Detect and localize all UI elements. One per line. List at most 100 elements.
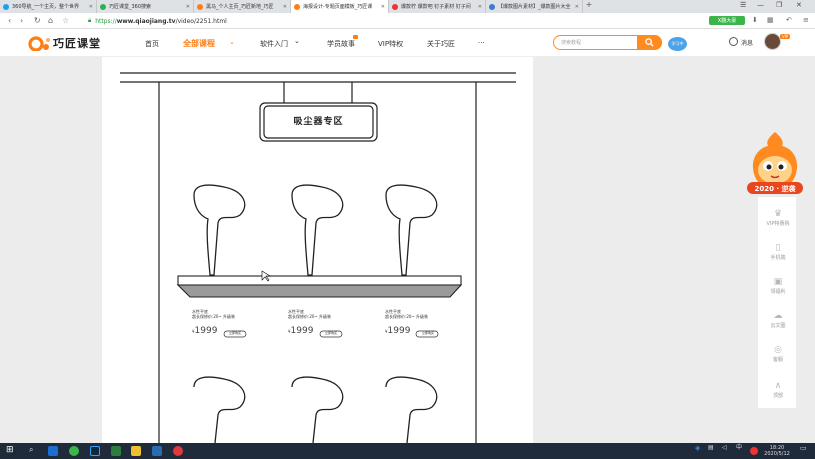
app-icon[interactable] bbox=[111, 446, 121, 456]
forward-icon[interactable]: › bbox=[20, 16, 23, 25]
search-icon bbox=[645, 38, 654, 47]
tab-favicon-icon bbox=[294, 3, 300, 10]
edge-icon[interactable] bbox=[48, 446, 58, 456]
nav-more[interactable]: ··· bbox=[478, 39, 485, 47]
close-tab-icon[interactable]: ✕ bbox=[184, 4, 190, 10]
shelf bbox=[176, 275, 463, 298]
clock-icon bbox=[729, 37, 738, 46]
site-logo[interactable]: 巧匠课堂 bbox=[27, 35, 101, 52]
app-icon[interactable] bbox=[152, 446, 162, 456]
vip-tag: VIP bbox=[780, 34, 791, 39]
search-icon[interactable]: ⌕ bbox=[29, 445, 39, 455]
product-card: 水性平底 超长保修价:20~ 升级装 ¥1999 立即购买 bbox=[192, 309, 272, 336]
phone-icon: ▯ bbox=[775, 243, 781, 253]
messages-link[interactable]: 消息 bbox=[741, 38, 753, 47]
nav-vip[interactable]: VIP特权 bbox=[378, 39, 403, 49]
ime-icon[interactable]: 中 bbox=[736, 445, 742, 451]
product-price: 1999 bbox=[387, 326, 411, 336]
more-icon[interactable]: ≡ bbox=[803, 16, 809, 24]
browser-tab[interactable]: 360导航_一个主页，整个世界 ✕ bbox=[0, 0, 97, 13]
product-card: 水性平底 超长保修价:20~ 升级装 ¥1999 立即购买 bbox=[288, 309, 368, 336]
chevron-down-icon[interactable]: ⌄ bbox=[294, 37, 300, 45]
folder-icon[interactable] bbox=[131, 446, 141, 456]
product-price: 1999 bbox=[290, 326, 314, 336]
address-bar-row: ‹ › ↻ ⌂ ☆ 🔒︎ https://www.qiaojiang.tv/vi… bbox=[0, 13, 815, 29]
close-tab-icon[interactable]: ✕ bbox=[87, 4, 93, 10]
sidebar-item-top[interactable]: ∧ 顶部 bbox=[758, 381, 798, 399]
url-field[interactable]: 🔒︎ https://www.qiaojiang.tv/video/2251.h… bbox=[82, 15, 702, 27]
app-icon[interactable] bbox=[173, 446, 183, 456]
network-icon[interactable]: ▤ bbox=[708, 445, 714, 451]
minimize-icon[interactable]: — bbox=[757, 1, 764, 9]
close-tab-icon[interactable]: ✕ bbox=[281, 4, 287, 10]
poster-sign-title: 吸尘器专区 bbox=[293, 117, 344, 127]
browser-tab[interactable]: 黑马_个人主页_巧匠新地_巧匠 ✕ bbox=[194, 0, 291, 13]
sidebar-item-service[interactable]: ◎ 客服 bbox=[758, 345, 798, 363]
search-box[interactable]: 搜索教程 bbox=[553, 35, 662, 50]
browser-tab[interactable]: 【爆款图片素材】_爆款图片大全 ✕ bbox=[486, 0, 583, 13]
nav-software-intro[interactable]: 软件入门 bbox=[260, 39, 288, 49]
browser-tab[interactable]: 爆款柠 爆款吧 钉子素材 钉子间 ✕ bbox=[389, 0, 486, 13]
tab-favicon-icon bbox=[392, 3, 398, 10]
lock-icon: 🔒︎ bbox=[88, 17, 92, 24]
top-arrow-icon: ∧ bbox=[774, 381, 782, 391]
browser-tab[interactable]: 巧匠课堂_360搜索 ✕ bbox=[97, 0, 194, 13]
browser-tab-strip: 360导航_一个主页，整个世界 ✕ 巧匠课堂_360搜索 ✕ 黑马_个人主页_巧匠新… bbox=[0, 0, 815, 13]
poster-canvas: 吸尘器专区 水性平底 超长保修价:20~ 升级装 ¥1999 立即购买 水性平底… bbox=[102, 57, 533, 444]
close-tab-icon[interactable]: ✕ bbox=[476, 4, 482, 10]
gift-icon: ▣ bbox=[773, 277, 783, 287]
volume-icon[interactable]: ◁ bbox=[722, 445, 727, 451]
study-badge[interactable]: 学习中 bbox=[668, 37, 687, 51]
undo-icon[interactable]: ↶ bbox=[786, 16, 792, 24]
sidebar-item-mobile[interactable]: ▯ 手机端 bbox=[758, 243, 798, 261]
site-header: 巧匠课堂 首页 全部课程 ⌄ 软件入门 ⌄ 学员故事 VIP特权 关于巧匠 ··… bbox=[0, 29, 815, 57]
menu-icon[interactable]: ☰ bbox=[740, 1, 746, 9]
close-tab-icon[interactable]: ✕ bbox=[573, 4, 579, 10]
action-center-icon[interactable]: ▭ bbox=[800, 445, 807, 452]
notification-app-icon[interactable] bbox=[750, 447, 758, 455]
home-icon[interactable]: ⌂ bbox=[48, 16, 53, 25]
sidebar-item-cloud[interactable]: ☁ 云文图 bbox=[758, 311, 798, 329]
search-input[interactable]: 搜索教程 bbox=[561, 39, 581, 46]
close-tab-icon[interactable]: ✕ bbox=[379, 4, 385, 10]
nav-all-courses[interactable]: 全部课程 bbox=[183, 38, 215, 49]
mascot-badge: 2020 · 逆袭 bbox=[754, 185, 796, 193]
photoshop-icon[interactable] bbox=[90, 446, 100, 456]
maximize-icon[interactable]: ❐ bbox=[776, 1, 782, 9]
avatar[interactable] bbox=[764, 33, 781, 50]
sidebar-item-gift[interactable]: ▣ 领福利 bbox=[758, 277, 798, 295]
search-button[interactable] bbox=[637, 35, 662, 50]
shield-icon[interactable]: ◈ bbox=[695, 445, 700, 452]
logo-mark-icon bbox=[27, 35, 51, 52]
refresh-icon[interactable]: ↻ bbox=[34, 16, 41, 25]
cloud-icon: ☁ bbox=[773, 311, 783, 321]
download-icon[interactable]: ⬇ bbox=[752, 16, 758, 24]
tab-favicon-icon bbox=[100, 3, 106, 10]
close-window-icon[interactable]: ✕ bbox=[796, 1, 802, 9]
nav-home[interactable]: 首页 bbox=[145, 39, 159, 49]
browser-tab-active[interactable]: 海报设计-专题页面模板_巧匠课 ✕ bbox=[291, 0, 389, 13]
tab-favicon-icon bbox=[197, 3, 203, 10]
buy-button[interactable]: 立即购买 bbox=[225, 331, 245, 335]
new-tab-button[interactable]: + bbox=[583, 0, 595, 13]
nav-about[interactable]: 关于巧匠 bbox=[427, 39, 455, 49]
product-card: 水性平底 超长保修价:20~ 升级装 ¥1999 立即购买 bbox=[385, 309, 465, 336]
star-icon[interactable]: ☆ bbox=[62, 16, 69, 25]
buy-button[interactable]: 立即购买 bbox=[321, 331, 341, 335]
mascot-promo[interactable]: 2020 · 逆袭 bbox=[744, 128, 806, 200]
windows-taskbar: ⊞ ⌕ ◈ ▤ ◁ 中 18:20 2020/5/12 ▭ bbox=[0, 443, 815, 459]
back-icon[interactable]: ‹ bbox=[8, 16, 11, 25]
buy-button[interactable]: 立即购买 bbox=[418, 331, 438, 335]
right-sidebar: ♛ VIP特惠购 ▯ 手机端 ▣ 领福利 ☁ 云文图 ◎ 客服 ∧ 顶部 bbox=[757, 196, 797, 409]
product-price: 1999 bbox=[194, 326, 218, 336]
windows-start-icon[interactable]: ⊞ bbox=[6, 445, 16, 455]
extension-button[interactable]: X翻大豪 bbox=[709, 16, 745, 25]
nav-student-stories[interactable]: 学员故事 bbox=[327, 39, 355, 49]
browser-360-icon[interactable] bbox=[69, 446, 79, 456]
tab-favicon-icon bbox=[3, 3, 9, 10]
chevron-down-icon[interactable]: ⌄ bbox=[229, 38, 235, 46]
grid-icon[interactable]: ▦ bbox=[767, 16, 774, 24]
clock[interactable]: 18:20 2020/5/12 bbox=[762, 445, 792, 457]
logo-text: 巧匠课堂 bbox=[53, 37, 101, 50]
sidebar-item-vip[interactable]: ♛ VIP特惠购 bbox=[758, 209, 798, 227]
